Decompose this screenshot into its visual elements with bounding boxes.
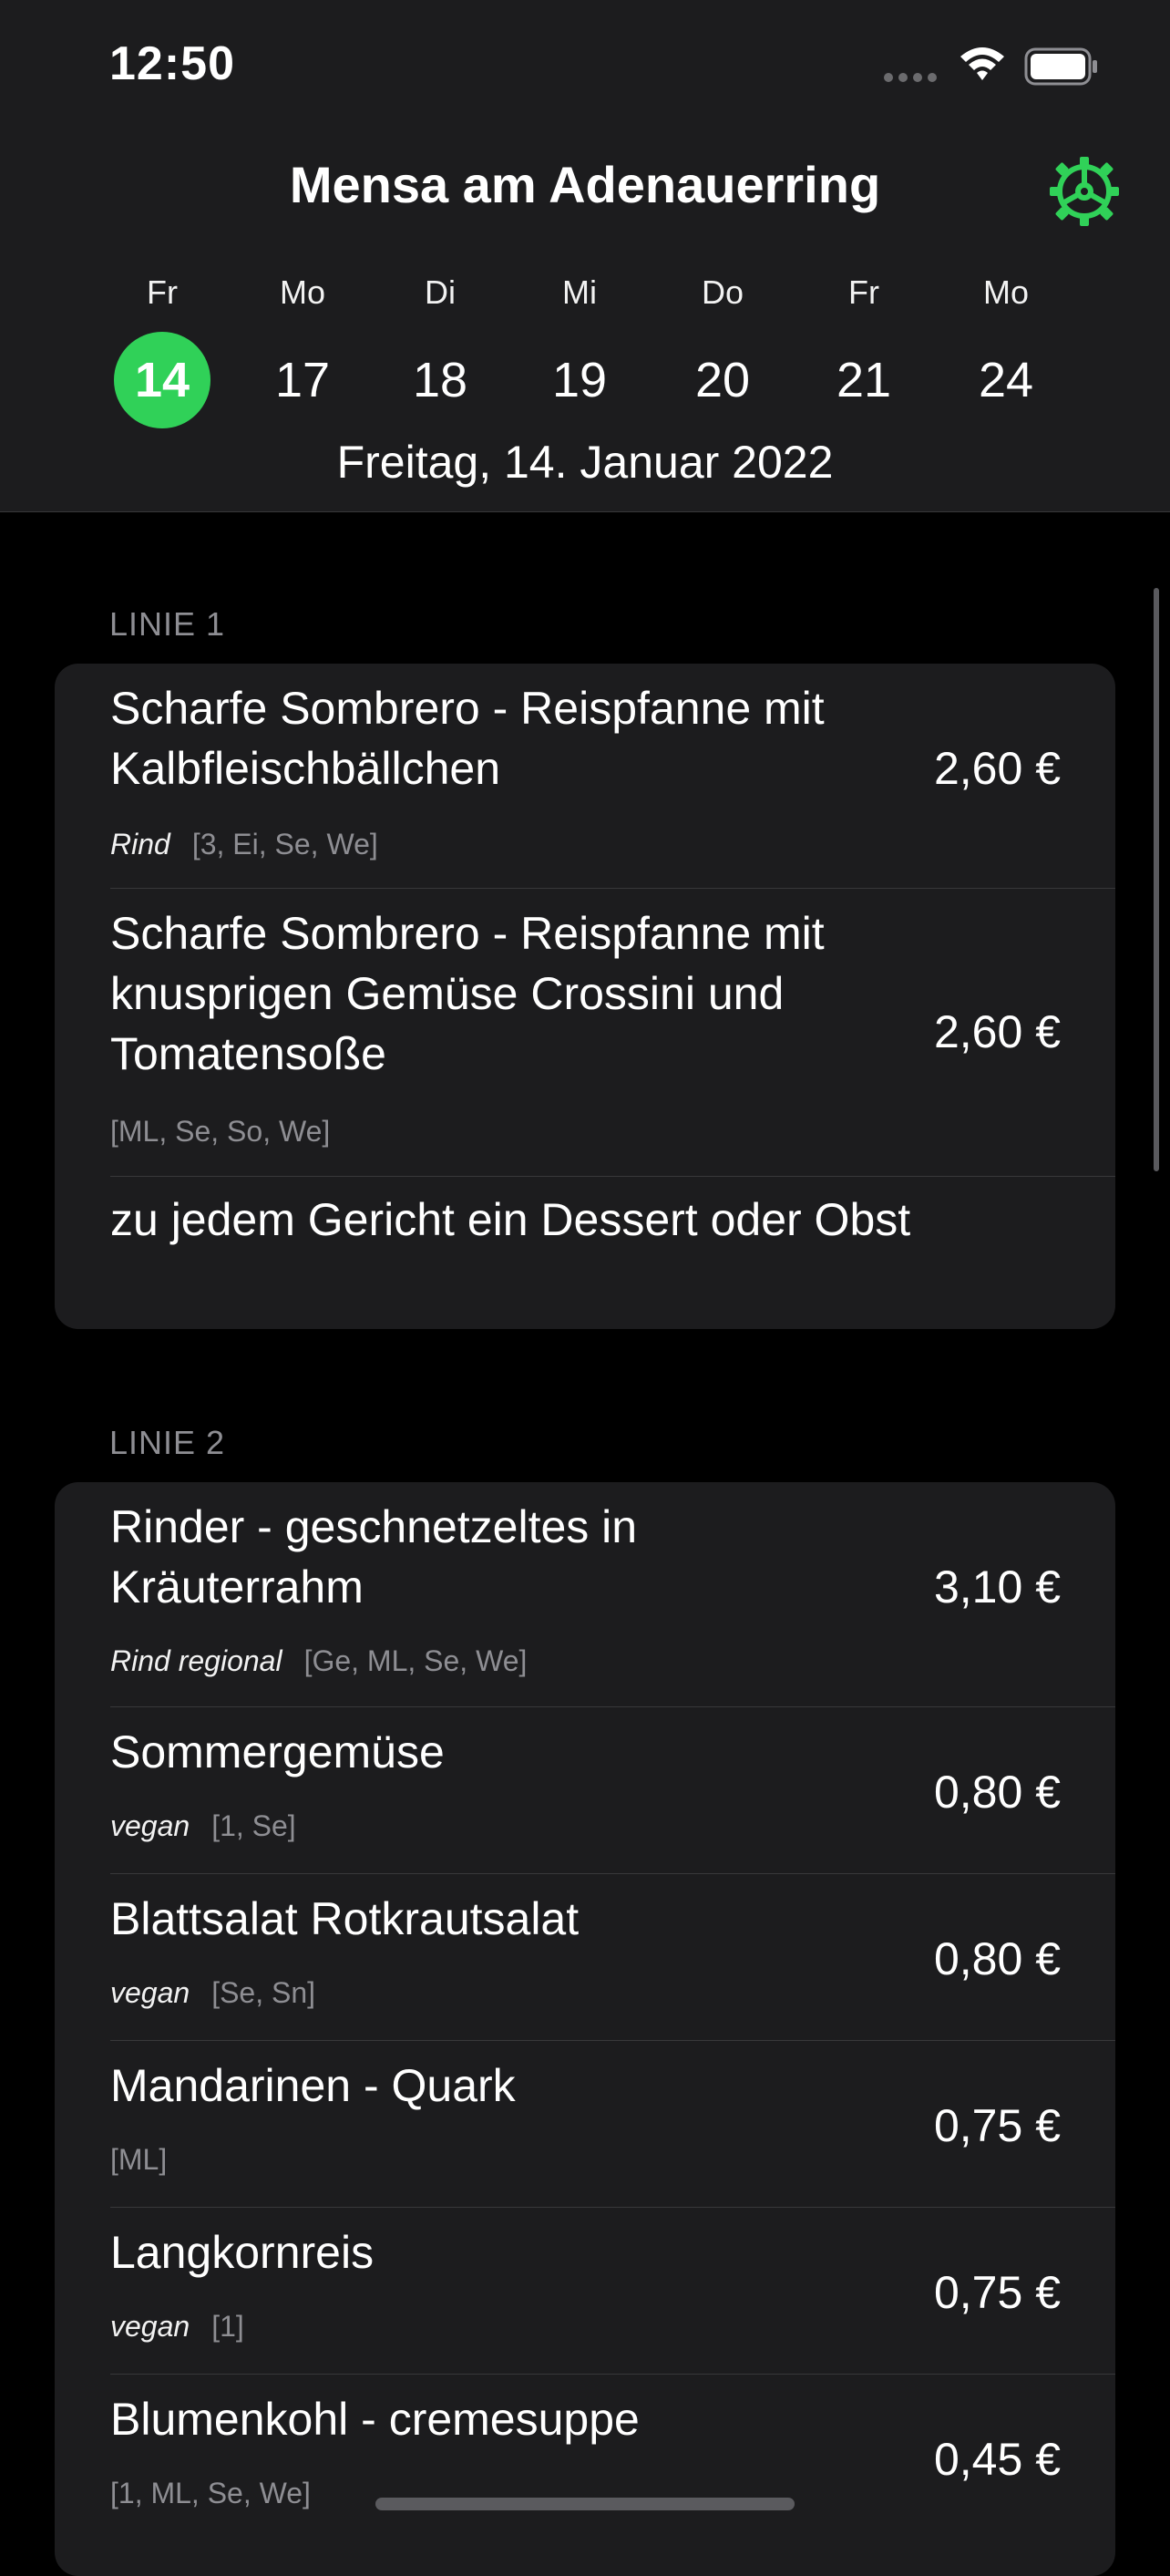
meal-price: 0,75 € bbox=[933, 2267, 1061, 2318]
day-name: Do bbox=[701, 273, 744, 311]
meal-price: 3,10 € bbox=[933, 1561, 1061, 1613]
meal-title-line: knusprigen Gemüse Crossini und bbox=[110, 968, 785, 1019]
selected-date-label: Freitag, 14. Januar 2022 bbox=[336, 437, 834, 488]
meal-allergens: [1, Se] bbox=[211, 1809, 296, 1842]
meal-title-line: Langkornreis bbox=[110, 2227, 375, 2278]
day-name: Mo bbox=[279, 273, 325, 311]
day-number: 21 bbox=[836, 353, 892, 407]
meal-allergens: [3, Ei, Se, We] bbox=[191, 828, 378, 860]
scroll-indicator[interactable] bbox=[1154, 588, 1159, 1171]
day-item[interactable]: Di 18 bbox=[385, 273, 495, 428]
meal-tag: vegan bbox=[110, 2310, 190, 2343]
day-item[interactable]: Mi 19 bbox=[525, 273, 634, 428]
meal-row[interactable]: Blattsalat Rotkrautsalat vegan [Se, Sn] 0… bbox=[110, 1873, 1115, 2040]
day-number: 20 bbox=[694, 353, 751, 407]
status-time: 12:50 bbox=[109, 37, 235, 90]
day-name: Di bbox=[425, 273, 456, 311]
meal-title-line: Scharfe Sombrero - Reispfanne mit bbox=[110, 683, 825, 734]
meal-title-line: Blumenkohl - cremesuppe bbox=[110, 2394, 640, 2445]
meal-title: Blattsalat Rotkrautsalat bbox=[110, 1889, 894, 1949]
meal-title-line: Mandarinen - Quark bbox=[110, 2060, 516, 2111]
day-name: Fr bbox=[147, 273, 178, 311]
section-header: LINIE 1 bbox=[109, 605, 226, 643]
meal-row[interactable]: Scharfe Sombrero - Reispfanne mit knuspr… bbox=[110, 888, 1115, 1176]
meal-title-line: Kräuterrahm bbox=[110, 1561, 364, 1613]
meal-title: Langkornreis bbox=[110, 2222, 894, 2282]
meal-title-line: Sommergemüse bbox=[110, 1726, 445, 1777]
meal-row[interactable]: zu jedem Gericht ein Dessert oder Obst bbox=[110, 1176, 1115, 1329]
meal-title: Sommergemüse bbox=[110, 1722, 894, 1782]
meal-price: 0,75 € bbox=[933, 2100, 1061, 2151]
day-number-selected: 14 bbox=[114, 332, 210, 428]
meal-title-line: Scharfe Sombrero - Reispfanne mit bbox=[110, 908, 825, 959]
meal-allergens: [1] bbox=[211, 2310, 244, 2343]
meal-title: Scharfe Sombrero - Reispfanne mit Kalbfl… bbox=[110, 678, 894, 799]
section-header: LINIE 2 bbox=[109, 1424, 226, 1461]
meal-tag: Rind regional bbox=[110, 1644, 282, 1677]
day-number: 18 bbox=[412, 353, 468, 407]
day-name: Fr bbox=[848, 273, 879, 311]
meal-row[interactable]: Blumenkohl - cremesuppe [1, ML, Se, We] … bbox=[110, 2374, 1115, 2540]
day-item[interactable]: Fr 14 bbox=[108, 273, 217, 428]
meal-card: Scharfe Sombrero - Reispfanne mit Kalbfl… bbox=[55, 664, 1115, 1329]
battery-icon bbox=[1024, 47, 1097, 86]
meal-title: Rinder - geschnetzeltes in Kräuterrahm bbox=[110, 1497, 894, 1617]
meal-meta: vegan [Se, Sn] bbox=[110, 1976, 315, 2010]
meal-meta: Rind regional [Ge, ML, Se, We] bbox=[110, 1644, 527, 1678]
meal-meta: [ML] bbox=[110, 2143, 167, 2177]
day-number: 24 bbox=[978, 353, 1034, 407]
meal-price: 0,80 € bbox=[933, 1767, 1061, 1818]
day-name: Mi bbox=[562, 273, 597, 311]
header: 12:50 Mensa am Adenauerring Fr 14 Mo 17 … bbox=[0, 0, 1170, 512]
cellular-signal-icon bbox=[884, 73, 937, 82]
day-item[interactable]: Mo 17 bbox=[248, 273, 357, 428]
meal-meta: Rind [3, Ei, Se, We] bbox=[110, 828, 378, 861]
meal-row[interactable]: Rinder - geschnetzeltes in Kräuterrahm R… bbox=[110, 1482, 1115, 1706]
meal-row[interactable]: Sommergemüse vegan [1, Se] 0,80 € bbox=[110, 1706, 1115, 1873]
meal-row[interactable]: Langkornreis vegan [1] 0,75 € bbox=[110, 2207, 1115, 2374]
meal-title: Blumenkohl - cremesuppe bbox=[110, 2389, 894, 2449]
day-number: 19 bbox=[551, 353, 608, 407]
day-item[interactable]: Mo 24 bbox=[951, 273, 1061, 428]
gear-icon[interactable] bbox=[1046, 153, 1123, 230]
meal-tag: vegan bbox=[110, 1809, 190, 1842]
meal-title-line: Tomatensoße bbox=[110, 1028, 386, 1079]
meal-title: zu jedem Gericht ein Dessert oder Obst bbox=[110, 1190, 1067, 1250]
day-number: 17 bbox=[274, 353, 331, 407]
meal-row[interactable]: Mandarinen - Quark [ML] 0,75 € bbox=[110, 2040, 1115, 2207]
meal-tag: Rind bbox=[110, 828, 170, 860]
meal-allergens: [ML, Se, So, We] bbox=[110, 1115, 331, 1148]
page-title: Mensa am Adenauerring bbox=[289, 156, 881, 213]
day-item[interactable]: Do 20 bbox=[668, 273, 777, 428]
meal-price: 0,80 € bbox=[933, 1933, 1061, 1984]
meal-meta: vegan [1] bbox=[110, 2310, 244, 2344]
meal-row[interactable]: Scharfe Sombrero - Reispfanne mit Kalbfl… bbox=[110, 664, 1115, 888]
meal-meta: [ML, Se, So, We] bbox=[110, 1115, 330, 1149]
meal-title: Scharfe Sombrero - Reispfanne mit knuspr… bbox=[110, 903, 894, 1084]
meal-allergens: [Se, Sn] bbox=[211, 1976, 316, 2009]
meal-title-line: Kalbfleischbällchen bbox=[110, 743, 501, 794]
meal-meta: vegan [1, Se] bbox=[110, 1809, 296, 1843]
day-name: Mo bbox=[982, 273, 1029, 311]
meal-price: 2,60 € bbox=[933, 1006, 1061, 1057]
meal-price: 0,45 € bbox=[933, 2434, 1061, 2485]
meal-allergens: [1, ML, Se, We] bbox=[110, 2477, 311, 2509]
meal-meta: [1, ML, Se, We] bbox=[110, 2477, 311, 2510]
meal-tag: vegan bbox=[110, 1976, 190, 2009]
meal-card: Rinder - geschnetzeltes in Kräuterrahm R… bbox=[55, 1482, 1115, 2576]
meal-allergens: [Ge, ML, Se, We] bbox=[303, 1644, 528, 1677]
home-indicator[interactable] bbox=[375, 2498, 795, 2510]
meal-allergens: [ML] bbox=[110, 2143, 168, 2176]
meal-title-line: zu jedem Gericht ein Dessert oder Obst bbox=[110, 1194, 911, 1245]
meal-title-line: Rinder - geschnetzeltes in bbox=[110, 1501, 638, 1552]
meal-title: Mandarinen - Quark bbox=[110, 2056, 894, 2116]
meal-title-line: Blattsalat Rotkrautsalat bbox=[110, 1893, 580, 1944]
meal-price: 2,60 € bbox=[933, 743, 1061, 794]
day-item[interactable]: Fr 21 bbox=[809, 273, 919, 428]
wifi-icon bbox=[960, 47, 1004, 80]
